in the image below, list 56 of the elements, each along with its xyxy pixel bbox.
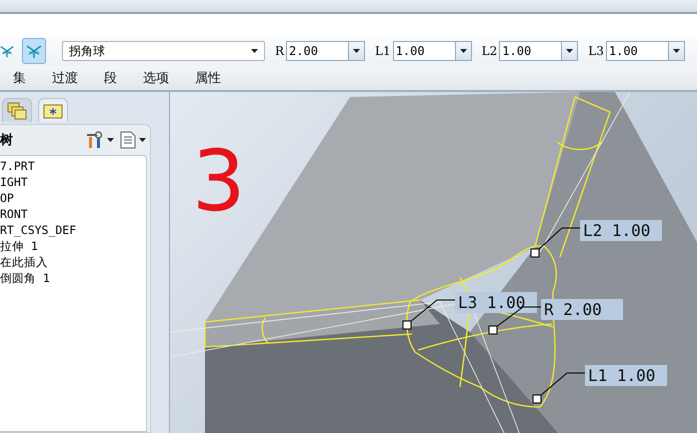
tree-item[interactable]: 拉伸 1 [0,238,146,254]
navigator-tab[interactable] [2,98,32,122]
drag-handle[interactable] [488,326,498,334]
list-icon [120,131,136,149]
parameter-label: L2 [482,44,498,58]
dropdown-button[interactable] [561,41,578,61]
caret-icon [353,49,360,53]
dimension-label[interactable]: L3 1.00 [455,292,537,313]
corner-mode-button[interactable] [22,38,46,64]
caret-icon [460,49,467,53]
shape-dropdown[interactable]: 拐角球 [62,41,265,61]
caret-icon [566,49,574,53]
dropdown-button[interactable] [668,41,685,61]
dashboard-tab[interactable]: 段 [91,69,130,87]
dashboard-tab[interactable]: 集 [0,69,39,87]
folders-icon [7,102,27,120]
drag-handle[interactable] [532,394,542,404]
parameter-label: R [275,44,284,58]
tree-item[interactable]: 7.PRT [0,158,146,174]
parameter-field[interactable]: 1.00 [392,41,455,61]
parameter-field[interactable]: 1.00 [499,41,562,61]
navigator-tab[interactable] [38,98,68,122]
tools-icon [86,131,104,149]
dashboard-tab[interactable]: 属性 [182,69,234,87]
parameter-label: L3 [588,44,604,58]
tree-item[interactable]: RONT [0,206,146,222]
caret-icon [107,138,114,142]
dimension-label[interactable]: R 2.00 [541,299,623,320]
leader-line [496,306,542,328]
dropdown-button[interactable] [348,41,366,61]
leader-line [538,228,580,250]
parameter-label: L1 [375,44,391,58]
drag-handle[interactable] [530,248,540,258]
dashboard-tab[interactable]: 过渡 [39,69,91,87]
tree-item[interactable]: IGHT [0,174,146,190]
caret-icon [251,49,258,53]
leader-line [540,372,586,396]
show-menu-button[interactable] [120,131,146,149]
tree-item[interactable]: 在此插入 [0,254,146,270]
leader-line [410,300,456,322]
caret-icon [672,49,680,53]
tree-item[interactable]: 倒圆角 1 [0,270,146,286]
dimension-label[interactable]: L2 1.00 [580,220,662,241]
panel-title: 树 [0,132,14,149]
caret-icon [139,138,146,142]
dimension-label[interactable]: L1 1.00 [585,365,667,386]
dashboard-tab[interactable]: 选项 [130,69,182,87]
settings-menu-button[interactable] [86,131,114,149]
drag-handle[interactable] [402,320,412,330]
handwritten-number: 3 [192,132,246,230]
tree-item[interactable]: RT_CSYS_DEF [0,222,146,238]
folder-icon [43,102,63,118]
parameter-field[interactable]: 2.00 [286,41,348,61]
parameter-field[interactable]: 1.00 [606,41,668,61]
tree-item[interactable]: OP [0,190,146,206]
dropdown-button[interactable] [454,41,472,61]
